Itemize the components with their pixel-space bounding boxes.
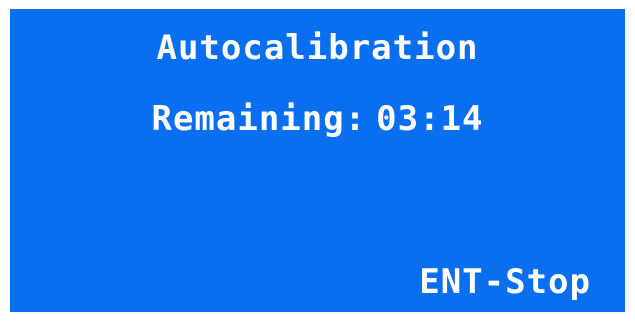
device-frame: Autocalibration Remaining: 03:14 ENT-Stop bbox=[0, 0, 635, 322]
remaining-label: Remaining: bbox=[151, 99, 367, 139]
lcd-screen: Autocalibration Remaining: 03:14 ENT-Stop bbox=[10, 9, 625, 312]
screen-title: Autocalibration bbox=[156, 28, 479, 68]
ent-stop-softkey[interactable]: ENT-Stop bbox=[419, 265, 591, 299]
remaining-time-value: 03:14 bbox=[376, 99, 484, 139]
remaining-time-row: Remaining: 03:14 bbox=[10, 102, 625, 136]
